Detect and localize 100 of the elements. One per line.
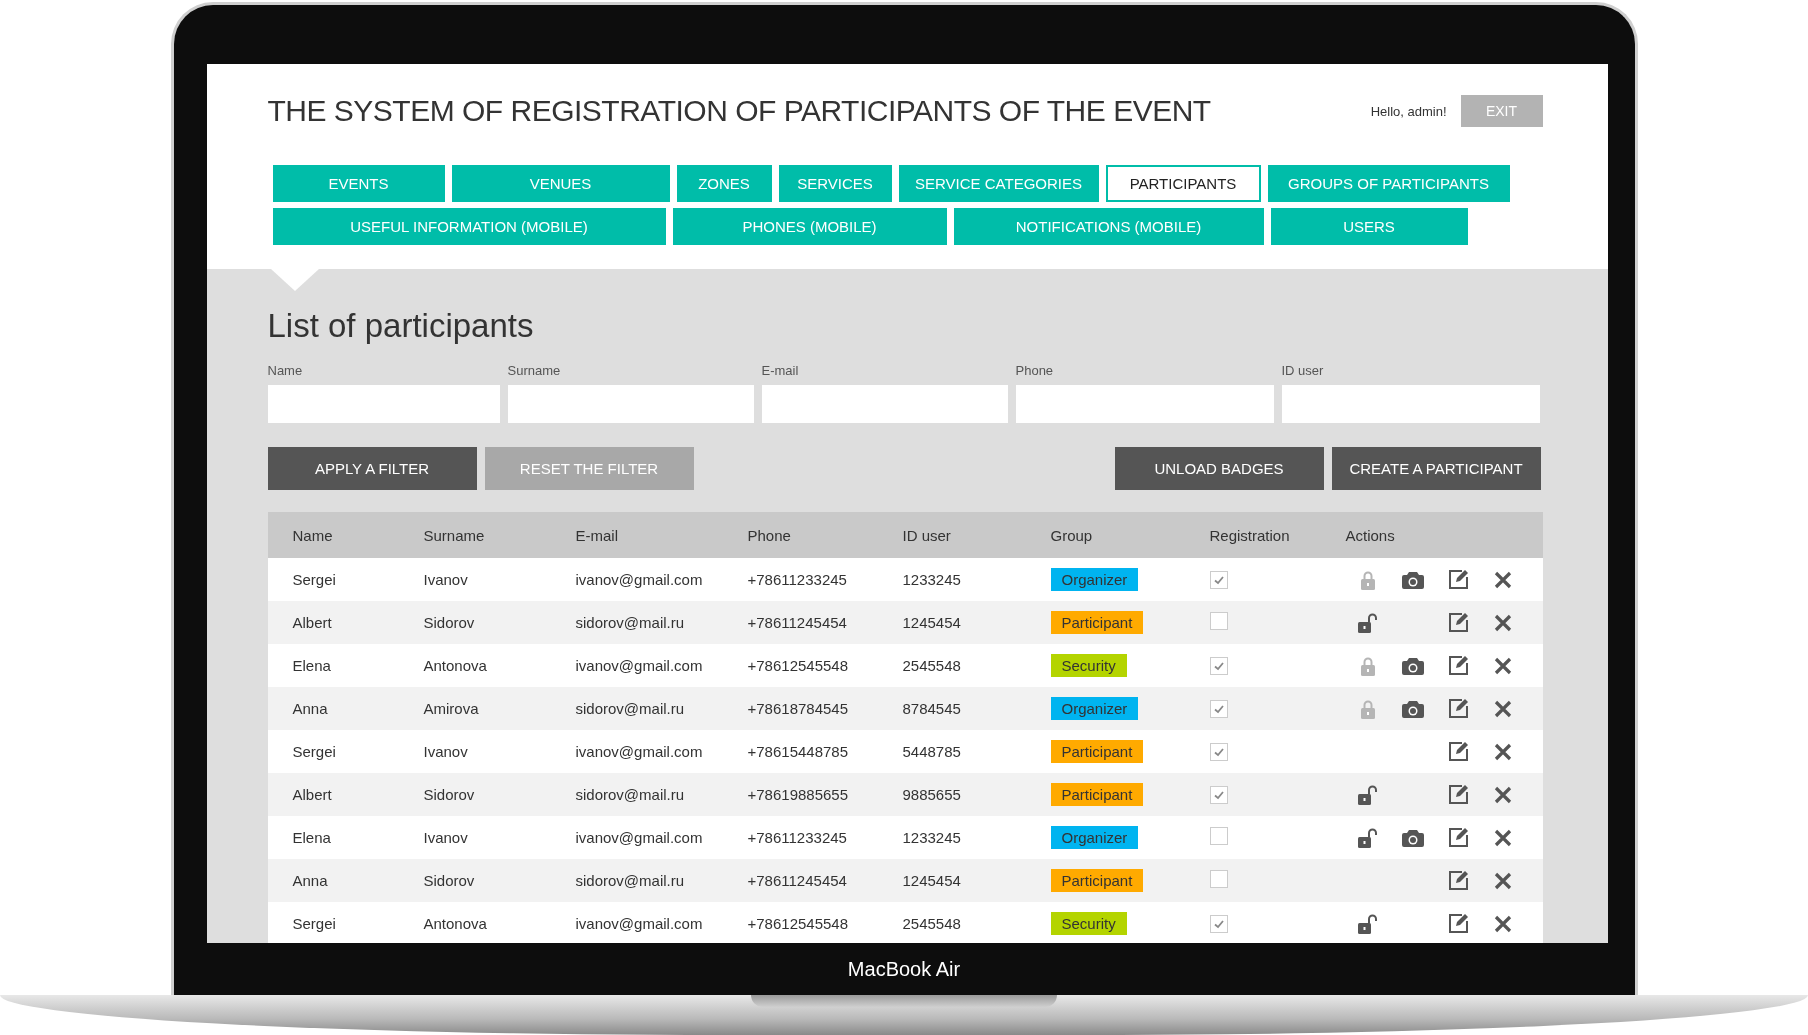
registration-checkbox[interactable] bbox=[1209, 742, 1228, 761]
exit-button[interactable]: EXIT bbox=[1460, 95, 1543, 127]
greeting-text: Hello, admin! bbox=[1370, 103, 1447, 119]
delete-icon[interactable] bbox=[1494, 785, 1512, 804]
table-cell-text: 1233245 bbox=[902, 829, 962, 846]
registration-checkbox[interactable] bbox=[1209, 914, 1228, 933]
group-tag: Security bbox=[1050, 912, 1127, 935]
edit-icon[interactable] bbox=[1447, 612, 1469, 633]
group-tag: Participant bbox=[1050, 869, 1144, 892]
edit-icon[interactable] bbox=[1447, 870, 1469, 891]
table-cell-text: Ivanov bbox=[423, 829, 469, 846]
registration-checkbox[interactable] bbox=[1209, 785, 1228, 804]
column-header: Surname bbox=[423, 526, 486, 544]
column-header: ID user bbox=[902, 526, 952, 544]
delete-icon[interactable] bbox=[1494, 570, 1512, 589]
app-title: THE SYSTEM OF REGISTRATION OF PARTICIPANTS OF THE EVENT bbox=[267, 94, 1211, 128]
action-button[interactable]: CREATE A PARTICIPANT bbox=[1331, 447, 1541, 490]
nav-tab[interactable]: ZONES bbox=[676, 165, 772, 202]
filter-input-field[interactable] bbox=[761, 385, 1008, 423]
filter-input-field[interactable] bbox=[1281, 385, 1540, 423]
action-button[interactable]: APPLY A FILTER bbox=[267, 447, 477, 490]
nav-tab[interactable]: SERVICE CATEGORIES bbox=[898, 165, 1099, 202]
camera-icon[interactable] bbox=[1402, 699, 1424, 718]
delete-icon[interactable] bbox=[1494, 871, 1512, 890]
field-label: Surname bbox=[507, 363, 562, 378]
nav-tab[interactable]: SERVICES bbox=[778, 165, 892, 202]
edit-icon[interactable] bbox=[1447, 569, 1469, 590]
group-tag: Participant bbox=[1050, 740, 1144, 763]
camera-icon[interactable] bbox=[1402, 656, 1424, 675]
group-tag: Participant bbox=[1050, 783, 1144, 806]
nav-tab[interactable]: USEFUL INFORMATION (MOBILE) bbox=[272, 208, 666, 245]
delete-icon[interactable] bbox=[1494, 613, 1512, 632]
registration-checkbox[interactable] bbox=[1209, 699, 1228, 718]
table-cell-text: 1233245 bbox=[902, 571, 962, 588]
unlocked-padlock-icon[interactable] bbox=[1357, 827, 1379, 848]
registration-checkbox[interactable] bbox=[1209, 570, 1228, 589]
table-cell-text: ivanov@gmail.com bbox=[575, 915, 704, 932]
table-cell-text: Sidorov bbox=[423, 614, 476, 631]
field-label: E-mail bbox=[761, 363, 800, 378]
table-cell-text: +78618784545 bbox=[747, 700, 850, 717]
table-cell-text: Elena bbox=[292, 829, 332, 846]
registration-checkbox[interactable] bbox=[1209, 870, 1228, 888]
table-cell-text: 2545548 bbox=[902, 657, 962, 674]
table-cell-text: ivanov@gmail.com bbox=[575, 829, 704, 846]
table-cell-text: 5448785 bbox=[902, 743, 962, 760]
camera-icon[interactable] bbox=[1402, 570, 1424, 589]
page-title: List of participants bbox=[267, 307, 535, 345]
table-cell-text: +78611233245 bbox=[747, 829, 848, 846]
edit-icon[interactable] bbox=[1447, 913, 1469, 934]
filter-input-field[interactable] bbox=[507, 385, 754, 423]
group-tag: Organizer bbox=[1050, 568, 1139, 591]
nav-tab[interactable]: PHONES (MOBILE) bbox=[672, 208, 947, 245]
table-cell-text: sidorov@mail.ru bbox=[575, 614, 686, 631]
nav-tab[interactable]: NOTIFICATIONS (MOBILE) bbox=[953, 208, 1264, 245]
table-cell-text: Ivanov bbox=[423, 571, 469, 588]
column-header: Phone bbox=[747, 526, 792, 544]
table-cell-text: Sergei bbox=[292, 743, 337, 760]
edit-icon[interactable] bbox=[1447, 655, 1469, 676]
table-cell-text: Elena bbox=[292, 657, 332, 674]
edit-icon[interactable] bbox=[1447, 741, 1469, 762]
table-cell-text: +78612545548 bbox=[747, 915, 850, 932]
nav-tab[interactable]: VENUES bbox=[451, 165, 670, 202]
nav-tab[interactable]: PARTICIPANTS bbox=[1105, 165, 1261, 202]
camera-icon[interactable] bbox=[1402, 828, 1424, 847]
registration-checkbox[interactable] bbox=[1209, 612, 1228, 630]
table-cell-text: ivanov@gmail.com bbox=[575, 657, 704, 674]
unlocked-padlock-icon[interactable] bbox=[1357, 612, 1379, 633]
table-cell-text: sidorov@mail.ru bbox=[575, 786, 686, 803]
table-cell-text: +78619885655 bbox=[747, 786, 850, 803]
delete-icon[interactable] bbox=[1494, 742, 1512, 761]
registration-checkbox[interactable] bbox=[1209, 827, 1228, 845]
delete-icon[interactable] bbox=[1494, 828, 1512, 847]
delete-icon[interactable] bbox=[1494, 914, 1512, 933]
column-header: Name bbox=[292, 526, 334, 544]
table-cell-text: Albert bbox=[292, 614, 333, 631]
registration-checkbox[interactable] bbox=[1209, 656, 1228, 675]
unlocked-padlock-icon[interactable] bbox=[1357, 784, 1379, 805]
group-tag: Participant bbox=[1050, 611, 1144, 634]
nav-tab[interactable]: EVENTS bbox=[272, 165, 445, 202]
action-button[interactable]: UNLOAD BADGES bbox=[1114, 447, 1324, 490]
nav-tab[interactable]: GROUPS OF PARTICIPANTS bbox=[1267, 165, 1510, 202]
edit-icon[interactable] bbox=[1447, 827, 1469, 848]
column-header: Registration bbox=[1209, 526, 1291, 544]
table-cell-text: Anna bbox=[292, 872, 329, 889]
table-cell-text: 1245454 bbox=[902, 614, 962, 631]
delete-icon[interactable] bbox=[1494, 656, 1512, 675]
group-tag: Security bbox=[1050, 654, 1127, 677]
field-label: ID user bbox=[1281, 363, 1325, 378]
delete-icon[interactable] bbox=[1494, 699, 1512, 718]
table-cell-text: 1245454 bbox=[902, 872, 962, 889]
table-cell-text: +78612545548 bbox=[747, 657, 850, 674]
edit-icon[interactable] bbox=[1447, 784, 1469, 805]
table-cell-text: ivanov@gmail.com bbox=[575, 743, 704, 760]
table-cell-text: sidorov@mail.ru bbox=[575, 700, 686, 717]
filter-input-field[interactable] bbox=[1015, 385, 1274, 423]
nav-tab[interactable]: USERS bbox=[1270, 208, 1468, 245]
edit-icon[interactable] bbox=[1447, 698, 1469, 719]
filter-input-field[interactable] bbox=[267, 385, 500, 423]
unlocked-padlock-icon[interactable] bbox=[1357, 913, 1379, 934]
action-button[interactable]: RESET THE FILTER bbox=[484, 447, 694, 490]
